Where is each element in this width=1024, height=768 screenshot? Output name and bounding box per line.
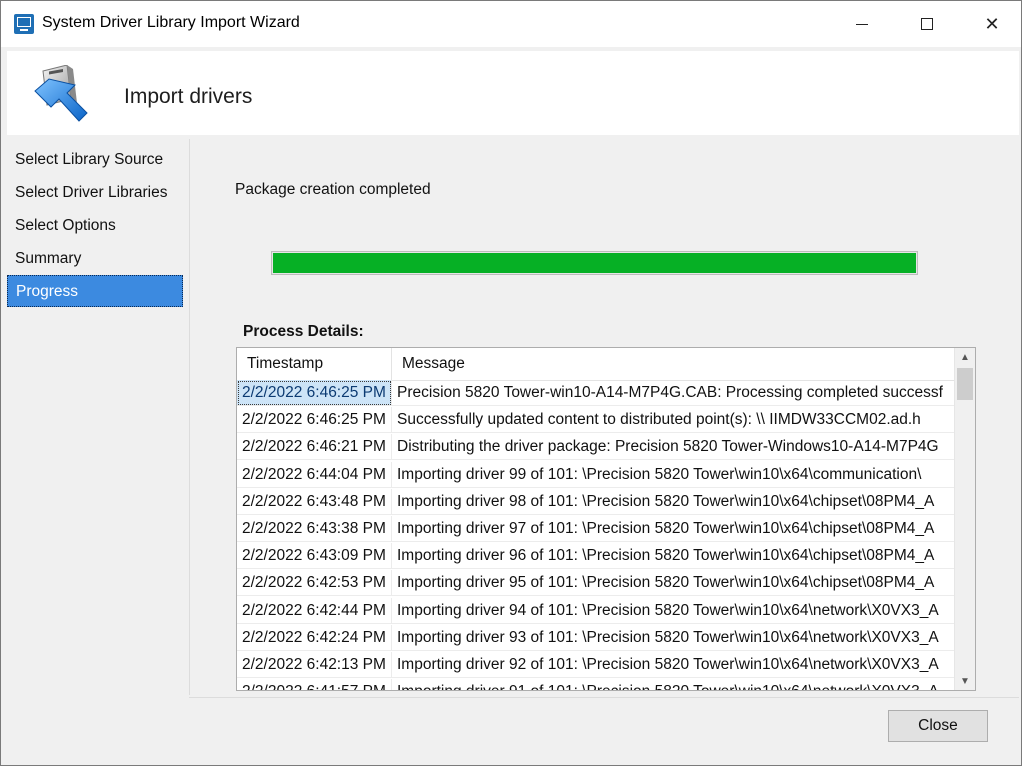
timestamp-cell: 2/2/2022 6:44:04 PM — [237, 461, 392, 488]
process-details-label: Process Details: — [243, 323, 364, 340]
table-row[interactable]: 2/2/2022 6:42:53 PM Importing driver 95 o… — [237, 570, 955, 597]
window-title: System Driver Library Import Wizard — [42, 14, 300, 31]
sidebar-item-progress[interactable]: Progress — [7, 275, 183, 307]
sidebar-item-select-options[interactable]: Select Options — [7, 210, 183, 242]
list-rows: 2/2/2022 6:46:25 PM Precision 5820 Tower-… — [237, 380, 955, 690]
message-cell: Importing driver 95 of 101: \Precision 5… — [392, 570, 955, 597]
timestamp-cell: 2/2/2022 6:41:57 PM — [237, 679, 392, 690]
message-cell: Importing driver 97 of 101: \Precision 5… — [392, 516, 955, 542]
timestamp-cell: 2/2/2022 6:46:21 PM — [237, 434, 392, 461]
footer-divider — [189, 697, 1019, 698]
table-row[interactable]: 2/2/2022 6:43:48 PM Importing driver 98 o… — [237, 488, 955, 516]
timestamp-cell: 2/2/2022 6:42:44 PM — [237, 597, 392, 624]
page-title: Import drivers — [124, 85, 253, 108]
main-panel: Package creation completed Process Detai… — [189, 139, 1020, 695]
timestamp-cell: 2/2/2022 6:43:48 PM — [237, 488, 392, 515]
wizard-header: Import drivers — [7, 51, 1019, 135]
message-cell: Successfully updated content to distribu… — [392, 407, 955, 434]
message-cell: Distributing the driver package: Precisi… — [392, 434, 955, 461]
sidebar-item-select-driver-libraries[interactable]: Select Driver Libraries — [7, 177, 183, 209]
table-row[interactable]: 2/2/2022 6:46:21 PM Distributing the driv… — [237, 434, 955, 461]
column-header-timestamp[interactable]: Timestamp — [237, 348, 392, 380]
vertical-scrollbar[interactable]: ▲ ▼ — [954, 348, 975, 690]
message-cell: Importing driver 99 of 101: \Precision 5… — [392, 462, 955, 488]
close-button[interactable]: Close — [888, 710, 988, 742]
progress-bar-fill — [273, 253, 916, 273]
message-cell: Importing driver 94 of 101: \Precision 5… — [392, 598, 955, 624]
table-row[interactable]: 2/2/2022 6:43:38 PM Importing driver 97 o… — [237, 515, 955, 543]
close-icon: ✕ — [984, 13, 1000, 34]
table-row[interactable]: 2/2/2022 6:42:24 PM Importing driver 93 o… — [237, 624, 955, 652]
message-cell: Importing driver 91 of 101: \Precision 5… — [392, 679, 955, 690]
chevron-down-icon: ▼ — [960, 675, 970, 687]
table-row[interactable]: 2/2/2022 6:42:13 PM Importing driver 92 o… — [237, 651, 955, 679]
minimize-icon — [856, 23, 868, 25]
list-header: Timestamp Message — [237, 348, 955, 381]
message-cell: Importing driver 93 of 101: \Precision 5… — [392, 625, 955, 651]
maximize-icon — [921, 18, 933, 30]
timestamp-cell: 2/2/2022 6:46:25 PM — [237, 407, 392, 434]
scroll-down-button[interactable]: ▼ — [955, 672, 975, 690]
progress-bar — [271, 251, 918, 275]
table-row[interactable]: 2/2/2022 6:43:09 PM Importing driver 96 o… — [237, 543, 955, 570]
status-text: Package creation completed — [235, 181, 431, 198]
table-row[interactable]: 2/2/2022 6:41:57 PMImporting driver 91 o… — [237, 679, 955, 690]
table-row[interactable]: 2/2/2022 6:46:25 PM Precision 5820 Tower-… — [237, 380, 955, 407]
chevron-up-icon: ▲ — [960, 351, 970, 363]
timestamp-cell: 2/2/2022 6:42:24 PM — [237, 624, 392, 651]
sidebar-item-summary[interactable]: Summary — [7, 243, 183, 275]
wizard-window: System Driver Library Import Wizard ✕ Im… — [0, 0, 1022, 766]
minimize-button[interactable] — [839, 1, 885, 47]
sidebar-item-select-library-source[interactable]: Select Library Source — [7, 144, 183, 176]
table-row[interactable]: 2/2/2022 6:42:44 PM Importing driver 94 o… — [237, 597, 955, 625]
maximize-button[interactable] — [904, 1, 950, 47]
title-bar: System Driver Library Import Wizard ✕ — [1, 1, 1021, 47]
process-details-list[interactable]: Timestamp Message 2/2/2022 6:46:25 PM Pre… — [236, 347, 976, 691]
window-close-button[interactable]: ✕ — [969, 1, 1015, 47]
timestamp-cell: 2/2/2022 6:43:38 PM — [237, 515, 392, 542]
column-header-message[interactable]: Message — [392, 348, 955, 380]
scroll-thumb[interactable] — [957, 368, 973, 400]
timestamp-cell: 2/2/2022 6:46:25 PM — [237, 380, 392, 406]
message-cell: Precision 5820 Tower-win10-A14-M7P4G.CAB… — [392, 380, 955, 406]
timestamp-cell: 2/2/2022 6:42:13 PM — [237, 651, 392, 678]
message-cell: Importing driver 92 of 101: \Precision 5… — [392, 652, 955, 678]
timestamp-cell: 2/2/2022 6:43:09 PM — [237, 543, 392, 570]
wizard-steps-sidebar: Select Library Source Select Driver Libr… — [7, 139, 187, 687]
scroll-up-button[interactable]: ▲ — [955, 348, 975, 366]
table-row[interactable]: 2/2/2022 6:46:25 PM Successfully updated … — [237, 407, 955, 434]
message-cell: Importing driver 96 of 101: \Precision 5… — [392, 543, 955, 570]
server-download-arrow-icon — [34, 65, 88, 122]
timestamp-cell: 2/2/2022 6:42:53 PM — [237, 570, 392, 597]
table-row[interactable]: 2/2/2022 6:44:04 PM Importing driver 99 o… — [237, 461, 955, 489]
computer-monitor-icon — [14, 14, 34, 34]
message-cell: Importing driver 98 of 101: \Precision 5… — [392, 489, 955, 515]
